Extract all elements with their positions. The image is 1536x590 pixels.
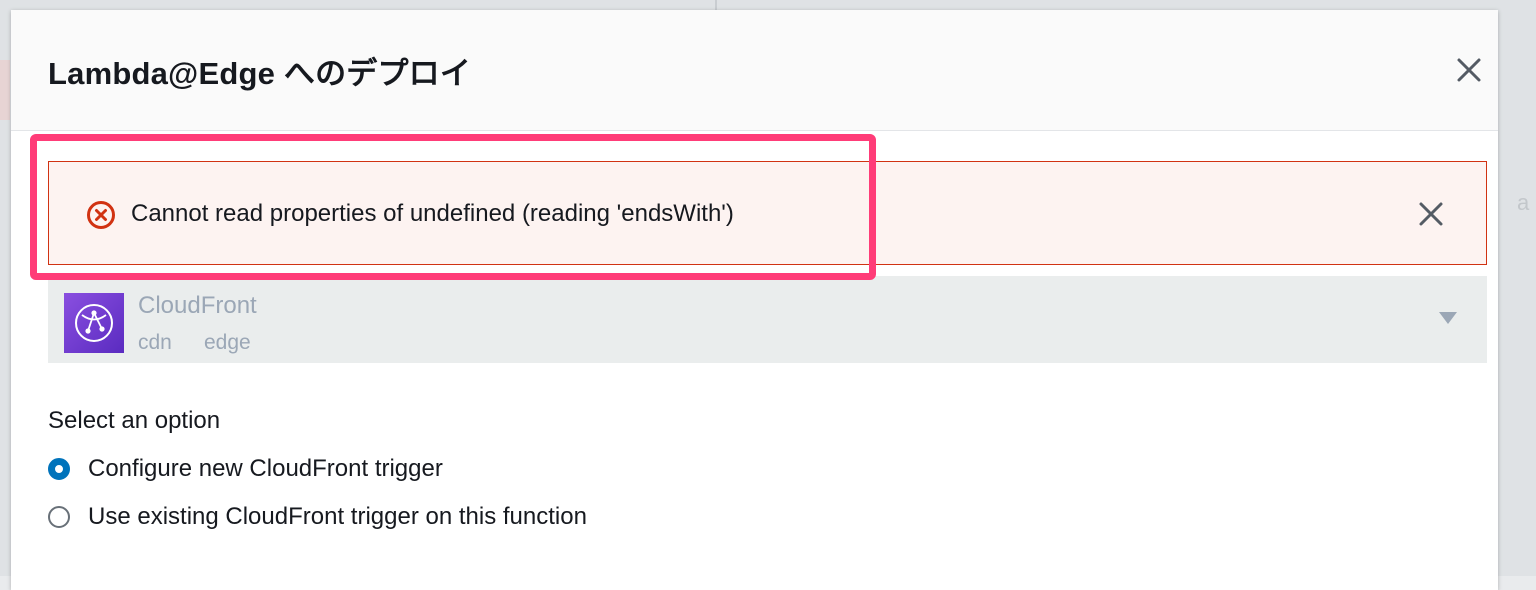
service-name: CloudFront (138, 292, 257, 320)
close-icon (1456, 57, 1482, 83)
radio-label: Configure new CloudFront trigger (88, 455, 443, 483)
radio-label: Use existing CloudFront trigger on this … (88, 503, 587, 531)
cloudfront-icon (72, 301, 116, 345)
caret-down-icon (1439, 312, 1457, 324)
close-button[interactable] (1451, 52, 1487, 88)
backdrop-divider (715, 0, 717, 10)
deploy-modal: Lambda@Edge へのデプロイ Cannot read propertie… (11, 10, 1498, 590)
radio-button[interactable] (48, 458, 70, 480)
service-tag: edge (204, 331, 251, 355)
modal-header: Lambda@Edge へのデプロイ (11, 10, 1498, 131)
cloudfront-logo (64, 293, 124, 353)
options-label: Select an option (48, 407, 220, 435)
error-circle-icon (86, 200, 116, 230)
radio-configure-new-trigger[interactable]: Configure new CloudFront trigger (48, 453, 443, 485)
modal-title: Lambda@Edge へのデプロイ (48, 48, 471, 93)
backdrop-edge-text: a (1517, 190, 1529, 216)
close-icon (1418, 201, 1444, 227)
error-alert: Cannot read properties of undefined (rea… (48, 161, 1487, 265)
backdrop-element (0, 60, 10, 120)
dismiss-alert-button[interactable] (1413, 196, 1449, 232)
service-tag: cdn (138, 331, 172, 355)
radio-use-existing-trigger[interactable]: Use existing CloudFront trigger on this … (48, 501, 587, 533)
alert-message: Cannot read properties of undefined (rea… (131, 200, 734, 228)
radio-button[interactable] (48, 506, 70, 528)
cloudfront-service-select[interactable]: CloudFront cdn edge (48, 276, 1487, 363)
